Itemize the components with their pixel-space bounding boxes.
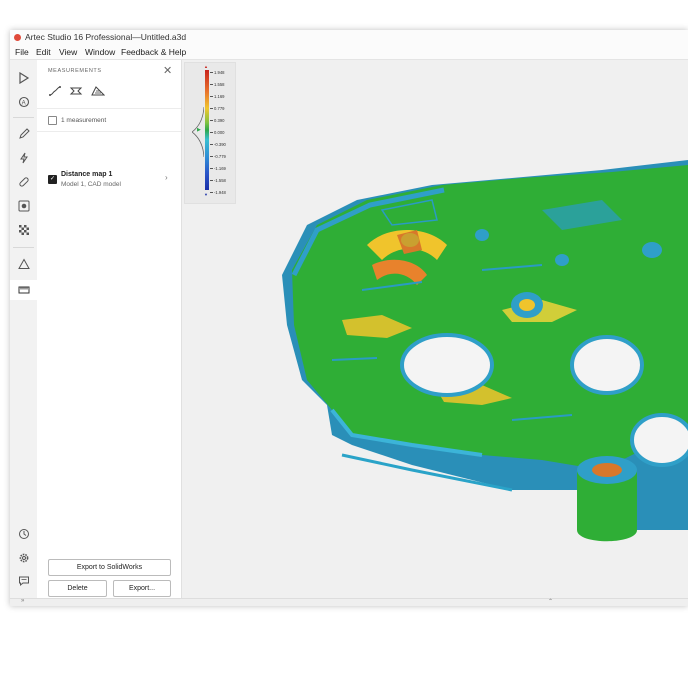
scale-tick: 1.948	[209, 70, 225, 75]
toolbar-divider	[13, 247, 34, 248]
scale-tick: -0.779	[210, 154, 226, 159]
delete-button[interactable]: Delete	[48, 580, 107, 597]
menu-window[interactable]: Window	[85, 45, 115, 59]
scale-tick: -0.390	[210, 142, 226, 147]
handle-icon[interactable]: ▶	[197, 127, 201, 133]
menu-edit[interactable]: Edit	[36, 45, 51, 59]
chevron-right-icon[interactable]: ›	[165, 173, 168, 182]
app-window: Artec Studio 16 Professional—Untitled.a3…	[10, 30, 688, 606]
bandage-icon[interactable]	[16, 174, 32, 190]
panel-divider	[37, 131, 181, 132]
autopilot-icon[interactable]: A	[16, 94, 32, 110]
scale-tick: 0.779	[209, 106, 225, 111]
chat-icon[interactable]	[16, 573, 32, 589]
lightning-icon[interactable]	[16, 150, 32, 166]
play-icon[interactable]	[16, 70, 32, 86]
3d-viewport[interactable]: ▲ ▼ ▶ 1.948 1.558 1.169 0.779 0.390 0.00…	[182, 60, 688, 598]
distance-tool-icon[interactable]	[47, 84, 63, 100]
gear-icon[interactable]	[16, 550, 32, 566]
pencil-icon[interactable]	[16, 126, 32, 142]
cad-model-distance-map[interactable]	[182, 60, 688, 598]
scale-tick: -1.558	[210, 178, 226, 183]
measurement-title: Distance map 1	[61, 171, 113, 178]
item-checkbox[interactable]: ✓	[48, 175, 57, 184]
expand-sidebar-icon[interactable]: »	[21, 598, 24, 604]
measurement-subtitle: Model 1, CAD model	[61, 181, 121, 188]
menu-file[interactable]: File	[15, 45, 29, 59]
menu-view[interactable]: View	[59, 45, 77, 59]
panel-title: MEASUREMENTS	[48, 68, 102, 74]
left-toolbar: A	[10, 60, 38, 598]
measurements-panel: MEASUREMENTS ✕ 1 measurement ✓ Distance …	[37, 60, 182, 598]
status-bar: ⌃	[10, 598, 688, 606]
triangle-icon[interactable]	[16, 256, 32, 272]
export-solidworks-button[interactable]: Export to SolidWorks	[48, 559, 171, 576]
export-button[interactable]: Export...	[113, 580, 171, 597]
window-title: Artec Studio 16 Professional—Untitled.a3…	[25, 32, 187, 42]
app-logo-icon	[14, 34, 21, 41]
history-icon[interactable]	[16, 526, 32, 542]
scale-tick: 0.000	[209, 130, 225, 135]
chevron-up-icon[interactable]: ⌃	[548, 598, 553, 605]
close-icon[interactable]: ✕	[163, 64, 172, 77]
scale-tick: 1.558	[209, 82, 225, 87]
select-all-checkbox[interactable]	[48, 116, 57, 125]
svg-text:A: A	[22, 100, 26, 106]
deviation-color-scale[interactable]: ▲ ▼ ▶ 1.948 1.558 1.169 0.779 0.390 0.00…	[184, 62, 236, 204]
scale-tick: -1.948	[210, 190, 226, 195]
surface-distance-tool-icon[interactable]	[90, 84, 106, 100]
texture-icon[interactable]	[16, 222, 32, 238]
scale-tick: 0.390	[209, 118, 225, 123]
menu-feedback-help[interactable]: Feedback & Help	[121, 45, 186, 59]
measurements-icon[interactable]	[10, 280, 37, 300]
target-icon[interactable]	[16, 198, 32, 214]
measurement-count: 1 measurement	[61, 117, 107, 124]
scale-tick: 1.169	[209, 94, 225, 99]
toolbar-divider	[13, 117, 34, 118]
section-tool-icon[interactable]	[68, 84, 84, 100]
color-scale-bar	[205, 70, 209, 190]
title-bar: Artec Studio 16 Professional—Untitled.a3…	[10, 30, 688, 45]
menu-bar: File Edit View Window Feedback & Help	[10, 45, 688, 60]
panel-divider	[37, 108, 181, 109]
scale-tick: -1.169	[210, 166, 226, 171]
